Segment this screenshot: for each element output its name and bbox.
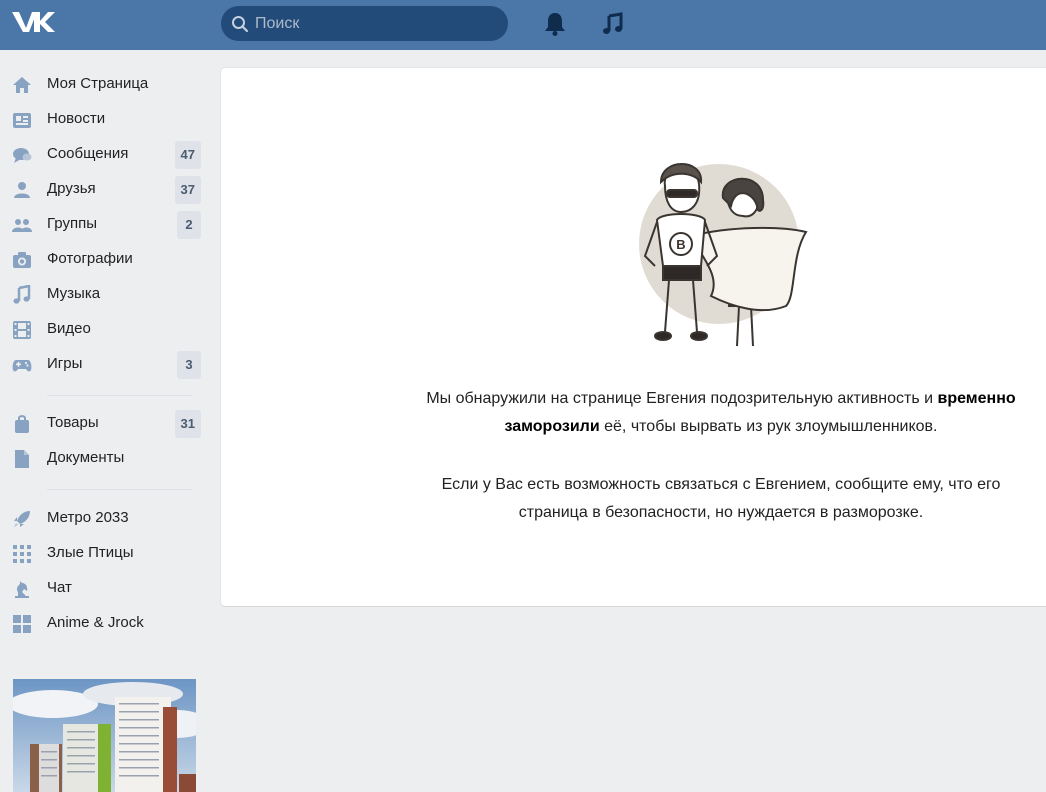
- search-icon: [231, 15, 249, 33]
- news-icon: [12, 110, 32, 130]
- sidebar-item-games[interactable]: Игры 3: [0, 347, 210, 382]
- sidebar-item-label: Сообщения: [47, 145, 129, 162]
- search-input[interactable]: [255, 6, 495, 41]
- sidebar-item-label: Anime & Jrock: [47, 614, 144, 631]
- message-bold-text: заморозили: [504, 418, 600, 435]
- sidebar-item-documents[interactable]: Документы: [0, 441, 210, 476]
- sidebar-item-label: Фотографии: [47, 250, 133, 267]
- sidebar-item-label: Новости: [47, 110, 106, 127]
- groups-count-badge: 2: [177, 211, 201, 239]
- bell-icon[interactable]: [543, 11, 567, 37]
- gamepad-icon: [12, 355, 32, 375]
- message-text: страница в безопасности, но нуждается в …: [518, 504, 924, 521]
- sidebar-item-label: Видео: [47, 320, 91, 337]
- sidebar-item-label: Злые Птицы: [47, 544, 134, 561]
- film-icon: [12, 320, 32, 340]
- sidebar-app-anime-jrock[interactable]: Anime & Jrock: [0, 606, 210, 641]
- sidebar-item-label: Товары: [47, 414, 99, 431]
- sidebar-item-label: Чат: [47, 579, 72, 596]
- messages-count-badge: 47: [174, 141, 201, 169]
- music-note-icon: [12, 284, 32, 305]
- document-icon: [12, 449, 32, 469]
- sidebar-item-photos[interactable]: Фотографии: [0, 242, 210, 277]
- friend-icon: [12, 180, 32, 200]
- sidebar-item-label: Музыка: [47, 285, 101, 302]
- friends-count-badge: 37: [174, 176, 201, 204]
- sidebar-app-angry-birds[interactable]: Злые Птицы: [0, 536, 210, 571]
- sidebar-item-my-page[interactable]: Моя Страница: [0, 67, 210, 102]
- chess-knight-icon: [12, 579, 32, 599]
- tiles-icon: [12, 614, 32, 634]
- music-icon[interactable]: [601, 12, 625, 36]
- vk-logo[interactable]: [10, 8, 58, 38]
- message-bold-text: временно: [937, 390, 1016, 407]
- hero-badge-letter: B: [676, 237, 685, 252]
- rocket-icon: [12, 509, 32, 529]
- groups-icon: [12, 215, 32, 235]
- message-text: Если у Вас есть возможность связаться с …: [441, 476, 1001, 493]
- sidebar-divider: [47, 489, 192, 490]
- sidebar-item-video[interactable]: Видео: [0, 312, 210, 347]
- sidebar-ad-image[interactable]: [13, 679, 196, 792]
- freeze-message-paragraph: Мы обнаружили на странице Евгения подозр…: [371, 385, 1046, 441]
- sidebar-app-chat[interactable]: Чат: [0, 571, 210, 606]
- superhero-illustration: B: [631, 156, 811, 356]
- sidebar-item-friends[interactable]: Друзья 37: [0, 172, 210, 207]
- message-text: её, чтобы вырвать из рук злоумышленников…: [599, 418, 938, 435]
- home-icon: [12, 75, 32, 95]
- top-header: [0, 0, 1046, 50]
- sidebar-item-label: Моя Страница: [47, 75, 149, 92]
- sidebar-divider: [47, 395, 192, 396]
- frozen-page-notice: B Мы обнаружили на странице Евгения подо…: [221, 68, 1046, 606]
- bag-icon: [12, 414, 32, 434]
- goods-count-badge: 31: [174, 410, 201, 438]
- messages-icon: [12, 145, 32, 165]
- games-count-badge: 3: [177, 351, 201, 379]
- sidebar-item-label: Документы: [47, 449, 125, 466]
- sidebar-item-goods[interactable]: Товары 31: [0, 406, 210, 441]
- sidebar-item-news[interactable]: Новости: [0, 102, 210, 137]
- sidebar-item-messages[interactable]: Сообщения 47: [0, 137, 210, 172]
- sidebar-item-label: Игры: [47, 355, 83, 372]
- message-text: Мы обнаружили на странице Евгения подозр…: [426, 390, 938, 407]
- camera-icon: [12, 250, 32, 270]
- sidebar-item-label: Друзья: [47, 180, 96, 197]
- search-box[interactable]: [221, 6, 508, 41]
- grid-dots-icon: [12, 544, 32, 564]
- sidebar-item-label: Метро 2033: [47, 509, 129, 526]
- sidebar-item-label: Группы: [47, 215, 97, 232]
- contact-message-paragraph: Если у Вас есть возможность связаться с …: [371, 471, 1046, 527]
- sidebar-app-metro[interactable]: Метро 2033: [0, 501, 210, 536]
- sidebar-item-groups[interactable]: Группы 2: [0, 207, 210, 242]
- sidebar-item-music[interactable]: Музыка: [0, 277, 210, 312]
